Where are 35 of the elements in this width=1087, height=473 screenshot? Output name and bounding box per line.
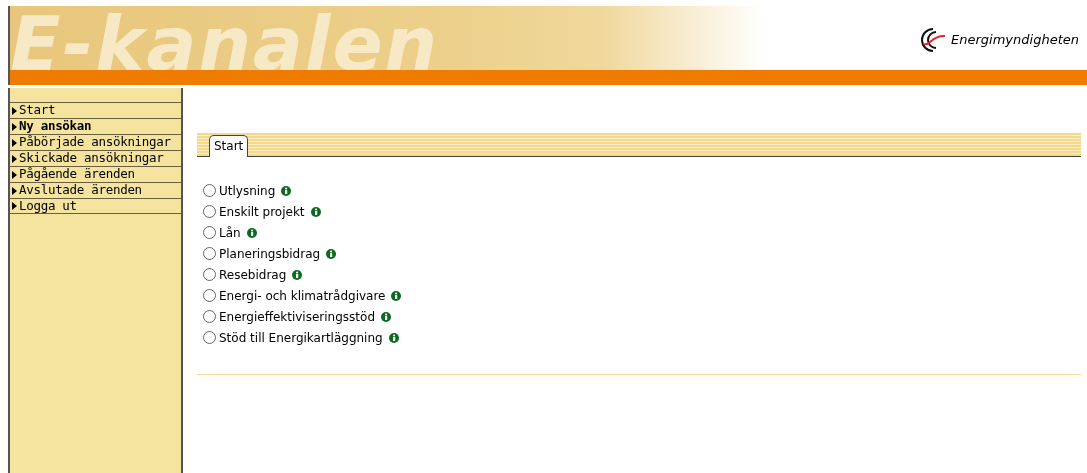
info-icon[interactable] — [246, 227, 257, 238]
option-label: Enskilt projekt — [219, 203, 305, 221]
info-icon[interactable] — [388, 332, 399, 343]
option-label: Resebidrag — [219, 266, 287, 284]
radio-button[interactable] — [203, 226, 216, 239]
radio-button[interactable] — [203, 184, 216, 197]
radio-button[interactable] — [203, 310, 216, 323]
option-label: Planeringsbidrag — [219, 245, 321, 263]
nav-link[interactable]: Påbörjade ansökningar — [10, 134, 181, 150]
nav-link[interactable]: Avslutade ärenden — [10, 182, 181, 198]
info-icon[interactable] — [326, 248, 337, 259]
radio-button[interactable] — [203, 289, 216, 302]
option-label: Energieffektiviseringsstöd — [219, 308, 375, 326]
info-icon[interactable] — [292, 269, 303, 280]
nav-link[interactable]: Logga ut — [10, 198, 181, 214]
info-icon[interactable] — [391, 290, 402, 301]
nav-link[interactable]: Pågående ärenden — [10, 166, 181, 182]
logo-icon — [919, 27, 948, 53]
info-icon[interactable] — [281, 185, 292, 196]
info-icon[interactable] — [381, 311, 391, 322]
radio-button[interactable] — [203, 205, 216, 218]
radio-button[interactable] — [203, 331, 216, 344]
radio-button[interactable] — [203, 268, 216, 281]
logo-text: Energimyndigheten — [951, 31, 1079, 50]
option-label: Utlysning — [219, 182, 276, 200]
info-icon[interactable] — [310, 206, 321, 217]
nav-link[interactable]: Ny ansökan — [10, 118, 181, 134]
option-label: Lån — [219, 224, 241, 242]
radio-button[interactable] — [203, 247, 216, 260]
nav-link[interactable]: Skickade ansökningar — [10, 150, 181, 166]
tab[interactable]: Start — [209, 135, 249, 157]
option-label: Stöd till Energikartläggning — [219, 329, 383, 347]
nav-link[interactable]: Start — [10, 102, 181, 118]
site-title: E-kanalen — [10, 7, 440, 81]
option-label: Energi- och klimatrådgivare — [219, 287, 386, 305]
